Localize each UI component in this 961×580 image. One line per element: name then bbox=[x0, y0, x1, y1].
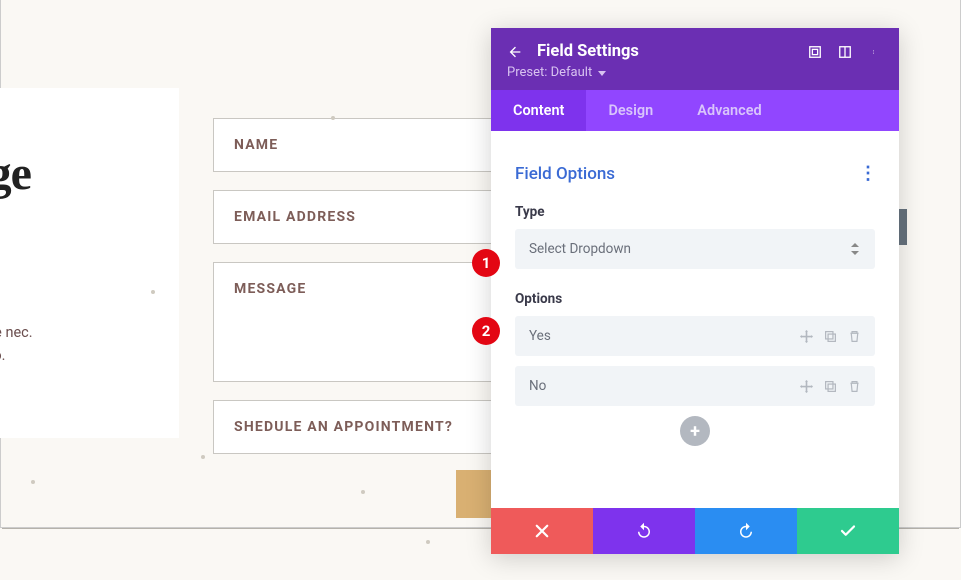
option-text: Yes bbox=[529, 328, 799, 344]
trash-icon[interactable] bbox=[847, 379, 861, 393]
options-label: Options bbox=[515, 291, 875, 307]
duplicate-icon[interactable] bbox=[823, 379, 837, 393]
panel-footer bbox=[491, 508, 899, 554]
trash-icon[interactable] bbox=[847, 329, 861, 343]
option-item[interactable]: No bbox=[515, 366, 875, 406]
undo-button[interactable] bbox=[593, 508, 695, 554]
content-card: sage abitasse nec. nunc leo. bbox=[0, 88, 179, 438]
field-settings-panel: Field Settings Preset: Default Content D… bbox=[491, 28, 899, 554]
option-text: No bbox=[529, 378, 799, 394]
columns-icon[interactable] bbox=[837, 44, 853, 60]
type-label: Type bbox=[515, 204, 875, 220]
back-icon[interactable] bbox=[507, 44, 523, 60]
annotation-marker-1: 1 bbox=[472, 249, 500, 277]
type-dropdown[interactable]: Select Dropdown bbox=[515, 229, 875, 269]
annotation-marker-2: 2 bbox=[472, 317, 500, 345]
chevron-down-icon bbox=[598, 65, 606, 80]
card-body-text: abitasse nec. nunc leo. bbox=[0, 321, 145, 367]
panel-header: Field Settings Preset: Default bbox=[491, 28, 899, 90]
edge-handle[interactable] bbox=[899, 209, 907, 245]
move-icon[interactable] bbox=[799, 329, 813, 343]
preset-selector[interactable]: Preset: Default bbox=[507, 65, 883, 80]
option-item[interactable]: Yes bbox=[515, 316, 875, 356]
tab-content[interactable]: Content bbox=[491, 90, 586, 131]
move-icon[interactable] bbox=[799, 379, 813, 393]
card-heading: sage bbox=[0, 146, 145, 201]
add-option-button[interactable]: + bbox=[680, 416, 710, 446]
cancel-button[interactable] bbox=[491, 508, 593, 554]
duplicate-icon[interactable] bbox=[823, 329, 837, 343]
expand-icon[interactable] bbox=[807, 44, 823, 60]
panel-body: Field Options ⋮ Type Select Dropdown Opt… bbox=[491, 131, 899, 508]
tab-design[interactable]: Design bbox=[586, 90, 675, 131]
section-title: Field Options bbox=[515, 164, 615, 184]
section-more-icon[interactable]: ⋮ bbox=[859, 163, 875, 184]
panel-tabs: Content Design Advanced bbox=[491, 90, 899, 131]
redo-button[interactable] bbox=[695, 508, 797, 554]
panel-title: Field Settings bbox=[537, 42, 793, 61]
save-button[interactable] bbox=[797, 508, 899, 554]
tab-advanced[interactable]: Advanced bbox=[675, 90, 783, 131]
type-value: Select Dropdown bbox=[529, 241, 631, 257]
sort-arrows-icon bbox=[851, 243, 861, 255]
more-icon[interactable] bbox=[867, 44, 883, 60]
